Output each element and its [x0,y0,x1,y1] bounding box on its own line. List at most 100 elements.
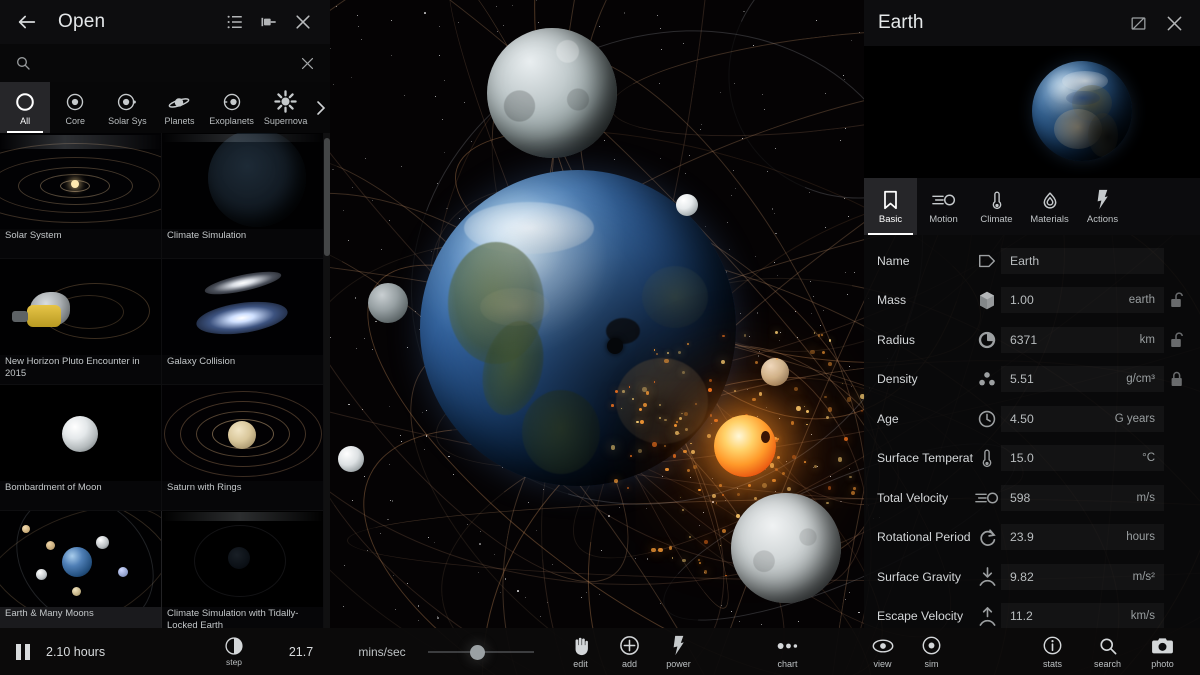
tool-search[interactable]: search [1080,635,1135,669]
scenario-title: Earth & Many Moons [5,608,158,620]
tool-sim[interactable]: sim [907,635,956,669]
exoplanet-icon [221,90,243,114]
scenario-card[interactable]: Solar System [0,133,162,259]
category-tab-all[interactable]: All [0,82,50,133]
scenario-thumbnail [0,133,162,229]
celestial-body-bottom-moon[interactable] [731,493,841,603]
lightning-icon [672,635,686,657]
property-row-radius[interactable]: Radius 6371km [864,320,1200,360]
property-input[interactable]: 5.51g/cm³ [1001,366,1164,392]
tab-climate[interactable]: Climate [970,178,1023,235]
category-tab-supernova[interactable]: Supernova [259,82,313,133]
property-unit: km [1140,334,1155,346]
scenario-card[interactable]: Climate Simulation with Tidally-Locked E… [162,511,324,628]
property-label: Radius [877,333,973,347]
property-label: Name [877,254,973,268]
category-tab-exoplanets[interactable]: Exoplanets [205,82,259,133]
search-clear-icon[interactable] [296,52,318,74]
scenario-card[interactable]: New Horizon Pluto Encounter in 2015 [0,259,162,385]
tool-view[interactable]: view [858,635,907,669]
category-tab-planets[interactable]: Planets [154,82,204,133]
scenario-card[interactable]: Saturn with Rings [162,385,324,511]
property-row-mass[interactable]: Mass1.00earth [864,281,1200,321]
scenario-card[interactable]: Bombardment of Moon [0,385,162,511]
search-icon [12,52,34,74]
category-tab-core[interactable]: Core [50,82,100,133]
property-input[interactable]: Earth [1001,248,1164,274]
tab-basic[interactable]: Basic [864,178,917,235]
pin-icon[interactable] [252,5,286,39]
scenario-thumbnail [162,133,324,229]
rate-unit[interactable]: mins/sec [336,645,428,659]
rate-value[interactable]: 21.7 [266,645,336,659]
property-row-total-velocity[interactable]: Total Velocity 598m/s [864,478,1200,518]
object-properties-panel[interactable]: Earth BasicMotionClimateMaterialsActions… [864,0,1200,628]
category-tab-solar-sys[interactable]: Solar Sys [100,82,154,133]
property-tabs[interactable]: BasicMotionClimateMaterialsActions [864,178,1200,235]
open-panel[interactable]: Open AllCoreSolar SysPlanetsExoplanetsSu… [0,0,330,628]
search-bar[interactable] [0,44,330,82]
close-icon[interactable] [1156,5,1192,41]
back-arrow-icon[interactable] [10,5,44,39]
tool-photo[interactable]: photo [1135,635,1190,669]
droplet-icon [1039,189,1061,211]
hide-preview-icon[interactable] [1120,5,1156,41]
tab-motion[interactable]: Motion [917,178,970,235]
property-row-surface-gravity[interactable]: Surface Gravity9.82m/s² [864,557,1200,597]
property-lock-toggle[interactable] [1164,331,1190,349]
bottom-toolbar[interactable]: 2.10 hours step 21.7 mins/sec editaddpow… [0,628,1200,675]
property-row-age[interactable]: Age4.50G years [864,399,1200,439]
property-unit: km/s [1131,610,1155,622]
tool-chart[interactable]: chart [763,635,812,669]
tool-add[interactable]: add [605,635,654,669]
tab-materials[interactable]: Materials [1023,178,1076,235]
property-list[interactable]: Name Earth Mass1.00earth Radius 6371km Densit… [864,235,1200,636]
scenario-card[interactable]: Galaxy Collision [162,259,324,385]
scenario-title: Saturn with Rings [167,482,320,494]
property-row-name[interactable]: Name Earth [864,241,1200,281]
category-tab-label: Exoplanets [209,116,254,126]
celestial-body-impact-explosion[interactable] [714,415,776,477]
close-icon[interactable] [286,5,320,39]
property-input[interactable]: 9.82m/s² [1001,564,1164,590]
circle-outline-icon [14,90,36,114]
step-button[interactable]: step [202,636,266,667]
property-input[interactable]: 4.50G years [1001,406,1164,432]
property-input[interactable]: 598m/s [1001,485,1164,511]
list-scrollbar-thumb[interactable] [324,138,330,256]
scenario-card[interactable]: Climate Simulation [162,133,324,259]
property-input[interactable]: 11.2km/s [1001,603,1164,629]
property-unit: g/cm³ [1126,373,1155,385]
property-row-surface-temperatur[interactable]: Surface Temperatur..15.0°C [864,439,1200,479]
pause-icon[interactable] [0,643,46,661]
object-preview[interactable] [864,46,1200,178]
slider-thumb[interactable] [470,645,485,660]
tool-buttons[interactable]: editaddpower chart viewsim [556,635,956,669]
property-row-density[interactable]: Density5.51g/cm³ [864,360,1200,400]
hand-icon [571,635,591,657]
tab-actions[interactable]: Actions [1076,178,1129,235]
property-input[interactable]: 1.00earth [1001,287,1164,313]
tool-stats[interactable]: stats [1025,635,1080,669]
rotation-icon [973,527,1001,548]
chevron-right-icon[interactable] [313,82,330,133]
property-label: Total Velocity [877,491,973,505]
property-input[interactable]: 6371km [1001,327,1164,353]
property-lock-toggle[interactable] [1164,370,1190,388]
property-row-rotational-period[interactable]: Rotational Period23.9hours [864,518,1200,558]
search-input[interactable] [34,56,296,71]
scenario-card[interactable]: Earth & Many Moons [0,511,162,628]
property-input[interactable]: 15.0°C [1001,445,1164,471]
scenario-list[interactable]: Solar SystemClimate SimulationNew Horizo… [0,133,324,628]
speed-slider[interactable] [428,642,534,662]
tool-edit[interactable]: edit [556,635,605,669]
list-view-icon[interactable] [218,5,252,39]
category-tabs[interactable]: AllCoreSolar SysPlanets Exoplanets Superno… [0,82,330,133]
property-lock-toggle[interactable] [1164,291,1190,309]
right-tool-buttons[interactable]: statssearchphoto [1025,635,1200,669]
gravity-up-icon [973,606,1001,627]
property-input[interactable]: 23.9hours [1001,524,1164,550]
scenario-thumbnail [162,511,324,607]
tool-power[interactable]: power [654,635,703,669]
search-icon [1098,635,1118,657]
